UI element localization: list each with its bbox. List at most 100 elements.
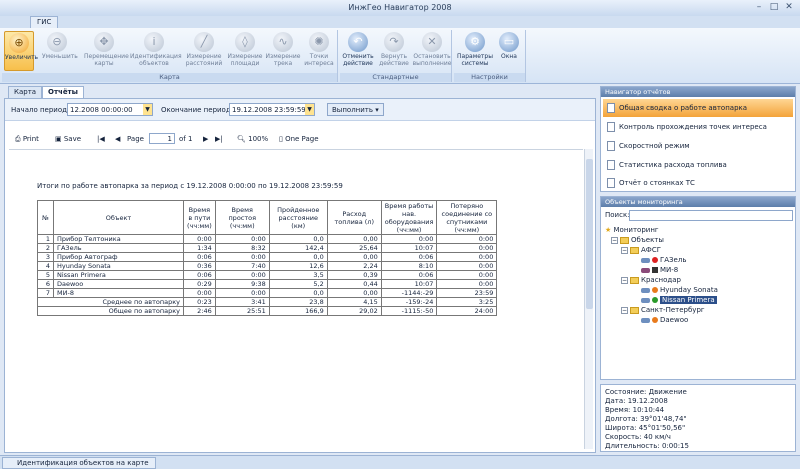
tree-item-daewoo[interactable]: Daewoo <box>641 316 688 325</box>
table-cell: 0,00 <box>326 288 382 298</box>
status-black-icon <box>652 267 658 273</box>
table-row: 1 Прибор Телтоника 0:00 0:00 0,0 0,00 0:00 0:00 <box>37 234 498 244</box>
scrollbar-thumb[interactable] <box>586 159 593 309</box>
minimize-icon[interactable]: – <box>752 2 766 13</box>
collapse-icon[interactable]: − <box>621 276 628 284</box>
table-cell: 0,0 <box>268 252 328 262</box>
column-header: Пройденное расстояние (км) <box>268 200 328 235</box>
table-cell: 0,00 <box>326 234 382 244</box>
collapse-icon[interactable]: − <box>621 306 628 314</box>
table-cell: 0:00 <box>183 288 216 298</box>
panel-header: Объекты мониторинга <box>601 197 795 207</box>
vehicle-icon <box>641 287 650 293</box>
stop-button[interactable]: ✕ Остановить выполнение <box>412 31 452 71</box>
end-period-field[interactable]: 19.12.2008 23:59:59 ▼ <box>229 103 315 116</box>
tree-node-krasnodar[interactable]: − Краснодар <box>621 276 681 285</box>
last-page-button[interactable]: ▶| <box>215 133 223 145</box>
table-cell: 2 <box>37 243 54 253</box>
tree-node-spb[interactable]: − Санкт-Петербург <box>621 306 705 315</box>
zoom-in-button[interactable]: ⊕ Увеличить <box>4 31 38 71</box>
execute-button[interactable]: Выполнить ▾ <box>327 103 384 116</box>
table-cell: 25,64 <box>326 243 382 253</box>
helicopter-icon <box>641 267 650 273</box>
pan-button[interactable]: ✥ Перемещение карты <box>84 31 129 71</box>
save-button[interactable]: ▣ Save <box>55 133 81 145</box>
undo-button[interactable]: ↶ Отменить действие <box>340 31 376 71</box>
info-time: Время: 10:10:44 <box>605 406 665 414</box>
table-cell: 0,0 <box>268 288 328 298</box>
table-cell: 7 <box>37 288 54 298</box>
table-cell: 24:00 <box>436 306 498 316</box>
table-cell: 0:00 <box>214 270 270 280</box>
ribbon-tab-gis[interactable]: ГИС <box>30 16 59 28</box>
report-item-poi[interactable]: Контроль прохождения точек интереса <box>603 118 793 136</box>
summary-row: Общее по автопарку 2:46 25:51 166,9 29,02 -11… <box>37 306 498 316</box>
prev-page-button[interactable]: ◀ <box>115 133 120 145</box>
report-item-speed[interactable]: Скоростной режим <box>603 137 793 155</box>
tree-node-objects[interactable]: − Объекты <box>611 236 664 245</box>
collapse-icon[interactable]: − <box>621 246 628 254</box>
tree-item-mi8[interactable]: МИ-8 <box>641 266 678 275</box>
table-cell: 9:38 <box>214 279 270 289</box>
summary-row: Среднее по автопарку 0:23 3:41 23,8 4,15 -159… <box>37 297 498 307</box>
redo-icon: ↷ <box>384 32 404 52</box>
table-cell: 0:06 <box>380 270 438 280</box>
panel-header: Навигатор отчётов <box>601 87 795 97</box>
table-cell: 0:00 <box>183 234 216 244</box>
ribbon-group-standard: ↶ Отменить действие ↷ Вернуть действие ✕ Ос… <box>340 30 452 82</box>
vehicle-icon <box>641 257 650 263</box>
report-scrollbar[interactable] <box>584 149 593 449</box>
measure-distance-button[interactable]: ╱ Измерение расстояний <box>184 31 224 71</box>
next-page-button[interactable]: ▶ <box>203 133 208 145</box>
report-item-summary[interactable]: Общая сводка о работе автопарка <box>603 99 793 117</box>
printer-icon: ⎙ <box>15 135 23 143</box>
document-icon <box>607 178 615 188</box>
table-cell: 4,15 <box>326 297 382 307</box>
tree-item-nissan[interactable]: Nissan Primera <box>641 296 717 305</box>
one-page-button[interactable]: ▯ One Page <box>279 133 319 145</box>
status-tab-identify[interactable]: Идентификация объектов на карте <box>2 457 156 469</box>
chevron-down-icon[interactable]: ▼ <box>305 104 314 115</box>
reports-area: Начало периода 12.2008 00:00:00 ▼ Окончан… <box>4 98 596 453</box>
document-icon <box>607 141 615 151</box>
report-page: Итоги по работе автопарка за период с 19… <box>9 149 583 449</box>
windows-button[interactable]: ▭ Окна <box>496 31 522 71</box>
table-cell: 2,24 <box>326 261 382 271</box>
measure-track-button[interactable]: ∿ Измерение трека <box>264 31 302 71</box>
page-number-input[interactable]: 1 <box>149 133 175 144</box>
measure-area-button[interactable]: ◊ Измерение площади <box>226 31 264 71</box>
poi-button[interactable]: ✺ Точки интереса <box>302 31 336 71</box>
system-settings-button[interactable]: ⚙ Параметры системы <box>456 31 494 71</box>
document-icon <box>607 160 615 170</box>
search-input[interactable] <box>629 210 793 221</box>
maximize-icon[interactable]: □ <box>767 2 781 13</box>
first-page-button[interactable]: |◀ <box>97 133 105 145</box>
tree-node-afsg[interactable]: − АФСГ <box>621 246 661 255</box>
identify-button[interactable]: i Идентификация объектов <box>130 31 182 71</box>
print-button[interactable]: ⎙ Print <box>15 133 39 145</box>
zoom-control[interactable]: 🔍︎ 100% <box>237 133 268 145</box>
tree-item-hyundai[interactable]: Hyunday Sonata <box>641 286 718 295</box>
redo-button[interactable]: ↷ Вернуть действие <box>376 31 412 71</box>
collapse-icon[interactable]: − <box>611 236 618 244</box>
folder-icon <box>630 276 639 284</box>
zoom-in-icon: ⊕ <box>9 33 29 53</box>
start-period-field[interactable]: 12.2008 00:00:00 ▼ <box>67 103 153 116</box>
report-item-fuel[interactable]: Статистика расхода топлива <box>603 156 793 174</box>
zoom-out-button[interactable]: ⊖ Уменьшить <box>42 31 78 71</box>
tab-map[interactable]: Карта <box>8 86 43 98</box>
page-label: Page <box>127 135 144 143</box>
close-icon[interactable]: ✕ <box>782 2 796 13</box>
tree-item-gazel[interactable]: ГАЗель <box>641 256 686 265</box>
title-bar: ИнжГео Навигатор 2008 – □ ✕ <box>0 0 800 16</box>
page-count: of 1 <box>179 135 193 143</box>
chevron-down-icon[interactable]: ▼ <box>143 104 152 115</box>
table-cell: 0:00 <box>436 252 498 262</box>
tree-root[interactable]: ★ Мониторинг <box>605 226 659 235</box>
folder-icon <box>630 246 639 254</box>
info-latitude: Широта: 45°01'50,56" <box>605 424 686 432</box>
table-cell: 10:07 <box>380 243 438 253</box>
tab-reports[interactable]: Отчёты <box>42 86 84 98</box>
ruler-icon: ╱ <box>194 32 214 52</box>
report-item-parking[interactable]: Отчёт о стоянках ТС <box>603 174 793 192</box>
